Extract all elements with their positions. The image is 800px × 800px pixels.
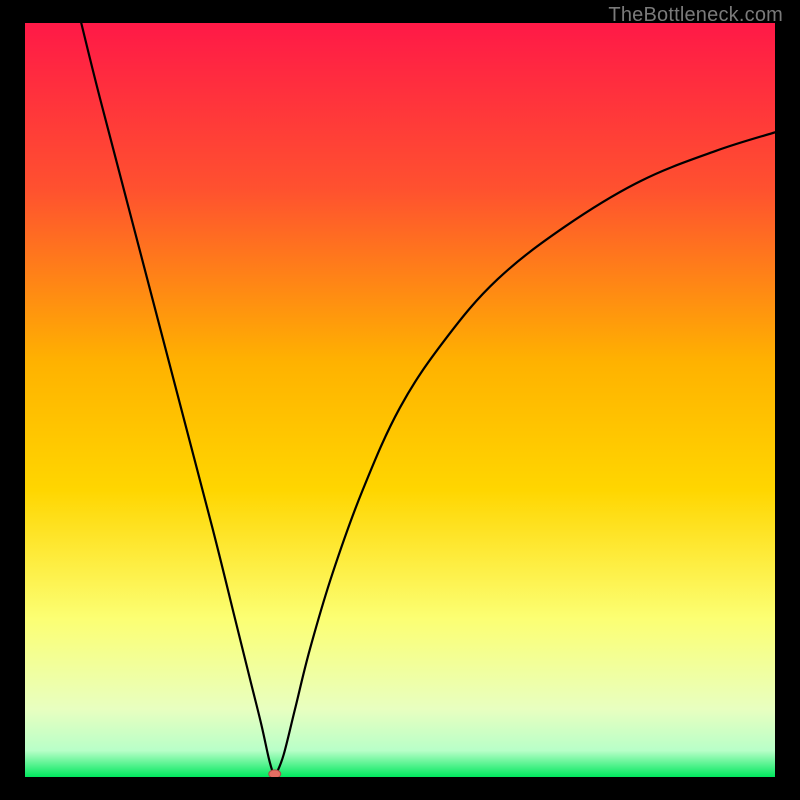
watermark-text: TheBottleneck.com bbox=[608, 4, 783, 27]
gradient-background bbox=[25, 23, 775, 777]
optimal-point-marker bbox=[269, 770, 281, 777]
chart-plot-area bbox=[25, 23, 775, 777]
chart-svg bbox=[25, 23, 775, 777]
